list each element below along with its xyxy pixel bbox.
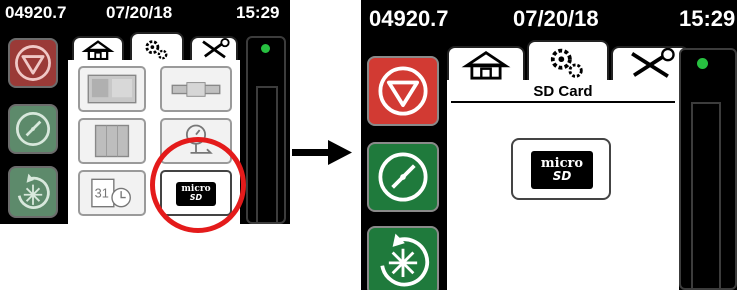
unit-tile[interactable] [78,66,146,112]
odometer: 04920.7 [5,3,67,22]
tab-settings[interactable] [527,40,609,84]
level-bar [246,36,286,224]
date: 07/20/18 [106,3,173,22]
sensor-tile[interactable] [160,66,232,112]
stop-icon [15,45,51,81]
sd-card-tile[interactable]: micro SD [511,138,611,200]
gauge-button[interactable] [8,104,58,154]
reefer-unit-icon [87,74,137,104]
level-bar [679,48,737,290]
transition-arrow [290,136,356,170]
defrost-button[interactable] [8,166,58,218]
status-bar: 04920.7 07/20/18 15:29 [361,0,737,36]
micro-sd-icon: micro SD [531,151,593,189]
home-icon [81,40,115,60]
stop-button[interactable] [367,56,439,126]
date: 07/20/18 [513,6,599,31]
level-track [691,102,721,290]
title-divider [451,101,675,103]
highlight-ring [150,137,246,233]
tab-tools[interactable] [611,46,689,80]
status-bar: 04920.7 07/20/18 15:29 [0,0,290,26]
wrench-screwdriver-icon [631,48,675,78]
home-icon [461,51,511,80]
wrench-screwdriver-icon [202,38,230,59]
time: 15:29 [679,6,736,31]
tab-home[interactable] [72,36,124,60]
odometer: 04920.7 [369,6,449,31]
status-led [697,58,708,69]
control-panel-icon [94,124,130,158]
time: 15:29 [236,3,280,22]
sd-card-panel: SD Card micro SD [447,80,679,290]
svg-text:31: 31 [95,186,109,201]
panel-title: SD Card [533,83,593,100]
gauge-icon [378,152,428,202]
status-led [261,44,270,53]
right-arrow-icon [292,140,352,165]
after-screen: 04920.7 07/20/18 15:29 SD Card micro SD [361,0,737,290]
sensor-probe-icon [171,82,221,97]
defrost-icon [17,173,50,209]
before-screen: 04920.7 07/20/18 15:29 31 micro SD [0,0,290,224]
defrost-button[interactable] [367,226,439,290]
calendar-clock-icon: 31 [91,178,131,208]
gauge-icon [15,111,51,147]
level-track [256,86,278,224]
gears-icon [550,48,583,78]
stop-button[interactable] [8,38,58,88]
stop-icon [378,66,428,116]
tab-tools[interactable] [190,36,238,60]
calendar-clock-tile[interactable]: 31 [78,170,146,216]
panel-tile[interactable] [78,118,146,164]
defrost-icon [380,233,430,287]
tab-home[interactable] [447,46,525,80]
gauge-button[interactable] [367,142,439,212]
